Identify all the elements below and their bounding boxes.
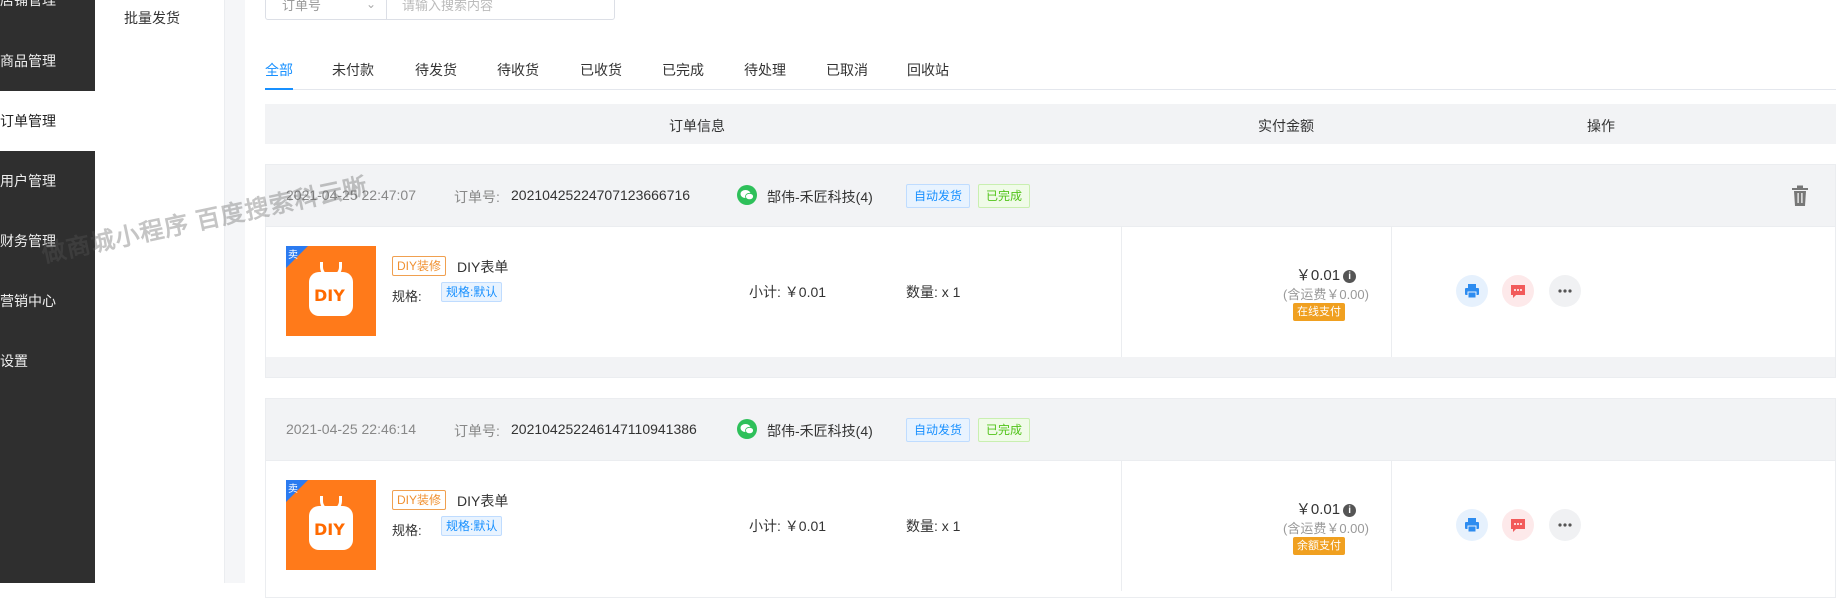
product-name[interactable]: DIY表单 (457, 491, 508, 511)
more-button[interactable] (1549, 509, 1581, 541)
order-footer (266, 357, 1835, 377)
sub-nav-item-batch-ship[interactable]: 批量发货 (124, 8, 180, 28)
product-thumbnail[interactable]: 卖 DIY (286, 246, 376, 336)
shipping-fee: (含运费￥0.00) (1283, 287, 1369, 302)
nav-item-label: 用户管理 (0, 173, 56, 189)
spec-label: 规格: (392, 289, 422, 304)
tab-received[interactable]: 已收货 (580, 60, 622, 90)
nav-item-settings[interactable]: 设置 (0, 331, 95, 391)
nav-item-label: 财务管理 (0, 233, 56, 249)
message-button[interactable] (1502, 509, 1534, 541)
nav-item-label: 营销中心 (0, 293, 56, 309)
search-placeholder: 请输入搜索内容 (402, 0, 494, 13)
nav-item-store[interactable]: 店铺管理 (0, 0, 95, 30)
order-no-label: 订单号: (454, 423, 500, 439)
nav-item-products[interactable]: 商品管理 (0, 31, 95, 91)
tab-unpaid[interactable]: 未付款 (332, 60, 374, 90)
order-card: 2021-04-25 22:47:07 订单号: 202104252247071… (265, 164, 1836, 378)
column-divider (1121, 461, 1122, 591)
nav-item-label: 订单管理 (0, 113, 56, 129)
tab-recycle-bin[interactable]: 回收站 (907, 60, 949, 90)
nav-item-marketing[interactable]: 营销中心 (0, 271, 95, 331)
order-header: 2021-04-25 22:47:07 订单号: 202104252247071… (266, 165, 1835, 227)
quantity: 数量: x 1 (906, 284, 961, 300)
print-button[interactable] (1456, 275, 1488, 307)
spec-badge: 规格:默认 (441, 282, 503, 302)
nav-item-label: 商品管理 (0, 53, 56, 69)
corner-ribbon-text: 卖 (288, 250, 298, 261)
col-operations: 操作 (1587, 118, 1615, 134)
tab-to-ship[interactable]: 待发货 (415, 60, 457, 90)
product-name[interactable]: DIY表单 (457, 257, 508, 277)
order-body: 卖 DIY DIY装修 DIY表单 规格: 规格:默认 小计: ￥0.01 数量… (266, 461, 1835, 591)
tab-to-receive[interactable]: 待收货 (497, 60, 539, 90)
order-status-tabs: 全部 未付款 待发货 待收货 已收货 已完成 待处理 已取消 回收站 (265, 60, 1836, 90)
paid-amount: ￥0.01 i (1256, 498, 1396, 519)
nav-item-users[interactable]: 用户管理 (0, 151, 95, 211)
info-icon[interactable]: i (1343, 270, 1357, 283)
col-paid-amount: 实付金额 (1258, 118, 1314, 134)
thumbnail-text: DIY (314, 520, 345, 539)
search-field-select[interactable]: 订单号 ⌄ (265, 0, 387, 20)
message-button[interactable] (1502, 275, 1534, 307)
diy-badge: DIY装修 (392, 490, 447, 510)
search-field-select-value: 订单号 (282, 0, 322, 13)
tab-cancelled[interactable]: 已取消 (826, 60, 868, 90)
column-divider (1121, 227, 1122, 357)
tab-all[interactable]: 全部 (265, 60, 293, 90)
status-badge: 已完成 (978, 184, 1031, 208)
shipping-fee: (含运费￥0.00) (1283, 521, 1369, 536)
main-nav: 店铺管理 商品管理 订单管理 用户管理 财务管理 营销中心 设置 (0, 0, 95, 583)
wechat-icon (737, 419, 757, 439)
spec-label: 规格: (392, 523, 422, 538)
paid-amount-value: ￥0.01 (1295, 267, 1341, 284)
print-button[interactable] (1456, 509, 1488, 541)
product-thumbnail[interactable]: 卖 DIY (286, 480, 376, 570)
order-body: 卖 DIY DIY装修 DIY表单 规格: 规格:默认 小计: ￥0.01 数量… (266, 227, 1835, 357)
paid-amount: ￥0.01 i (1256, 264, 1396, 285)
nav-item-orders[interactable]: 订单管理 (0, 91, 95, 151)
order-card: 2021-04-25 22:46:14 订单号: 202104252246147… (265, 398, 1836, 598)
tab-pending[interactable]: 待处理 (744, 60, 786, 90)
thumbnail-text: DIY (314, 286, 345, 305)
more-button[interactable] (1549, 275, 1581, 307)
order-no: 20210425224614711094138­6 (511, 421, 697, 437)
content-gutter (225, 0, 245, 583)
wechat-icon (737, 185, 757, 205)
status-badge: 已完成 (978, 418, 1031, 442)
info-icon[interactable]: i (1343, 504, 1357, 517)
sub-nav: 批量发货 (95, 0, 225, 583)
order-datetime: 2021-04-25 22:47:07 (286, 187, 416, 203)
pay-method-badge: 余额支付 (1293, 537, 1345, 555)
diy-badge: DIY装修 (392, 256, 447, 276)
order-no-label: 订单号: (454, 189, 500, 205)
auto-ship-badge: 自动发货 (906, 184, 971, 208)
quantity: 数量: x 1 (906, 518, 961, 534)
chevron-down-icon: ⌄ (365, 0, 376, 11)
search-input[interactable]: 请输入搜索内容 (386, 0, 615, 20)
auto-ship-badge: 自动发货 (906, 418, 971, 442)
subtotal: 小计: ￥0.01 (749, 518, 827, 534)
order-header: 2021-04-25 22:46:14 订单号: 202104252246147… (266, 399, 1835, 461)
nav-item-label: 设置 (0, 353, 28, 369)
pay-method-badge: 在线支付 (1293, 303, 1345, 321)
col-order-info: 订单信息 (669, 118, 725, 134)
order-table-header: 订单信息 实付金额 操作 (265, 104, 1836, 144)
order-no: 20210425224707123666716 (511, 187, 691, 203)
order-datetime: 2021-04-25 22:46:14 (286, 421, 416, 437)
tab-completed[interactable]: 已完成 (662, 60, 704, 90)
nav-item-label: 店铺管理 (0, 0, 56, 8)
subtotal: 小计: ￥0.01 (749, 284, 827, 300)
spec-badge: 规格:默认 (441, 516, 503, 536)
buyer-name: 郜伟-禾匠科技(4) (767, 189, 873, 205)
paid-amount-value: ￥0.01 (1295, 501, 1341, 518)
corner-ribbon-text: 卖 (288, 484, 298, 495)
nav-item-finance[interactable]: 财务管理 (0, 211, 95, 271)
buyer-name: 郜伟-禾匠科技(4) (767, 423, 873, 439)
trash-icon[interactable] (1791, 185, 1809, 207)
